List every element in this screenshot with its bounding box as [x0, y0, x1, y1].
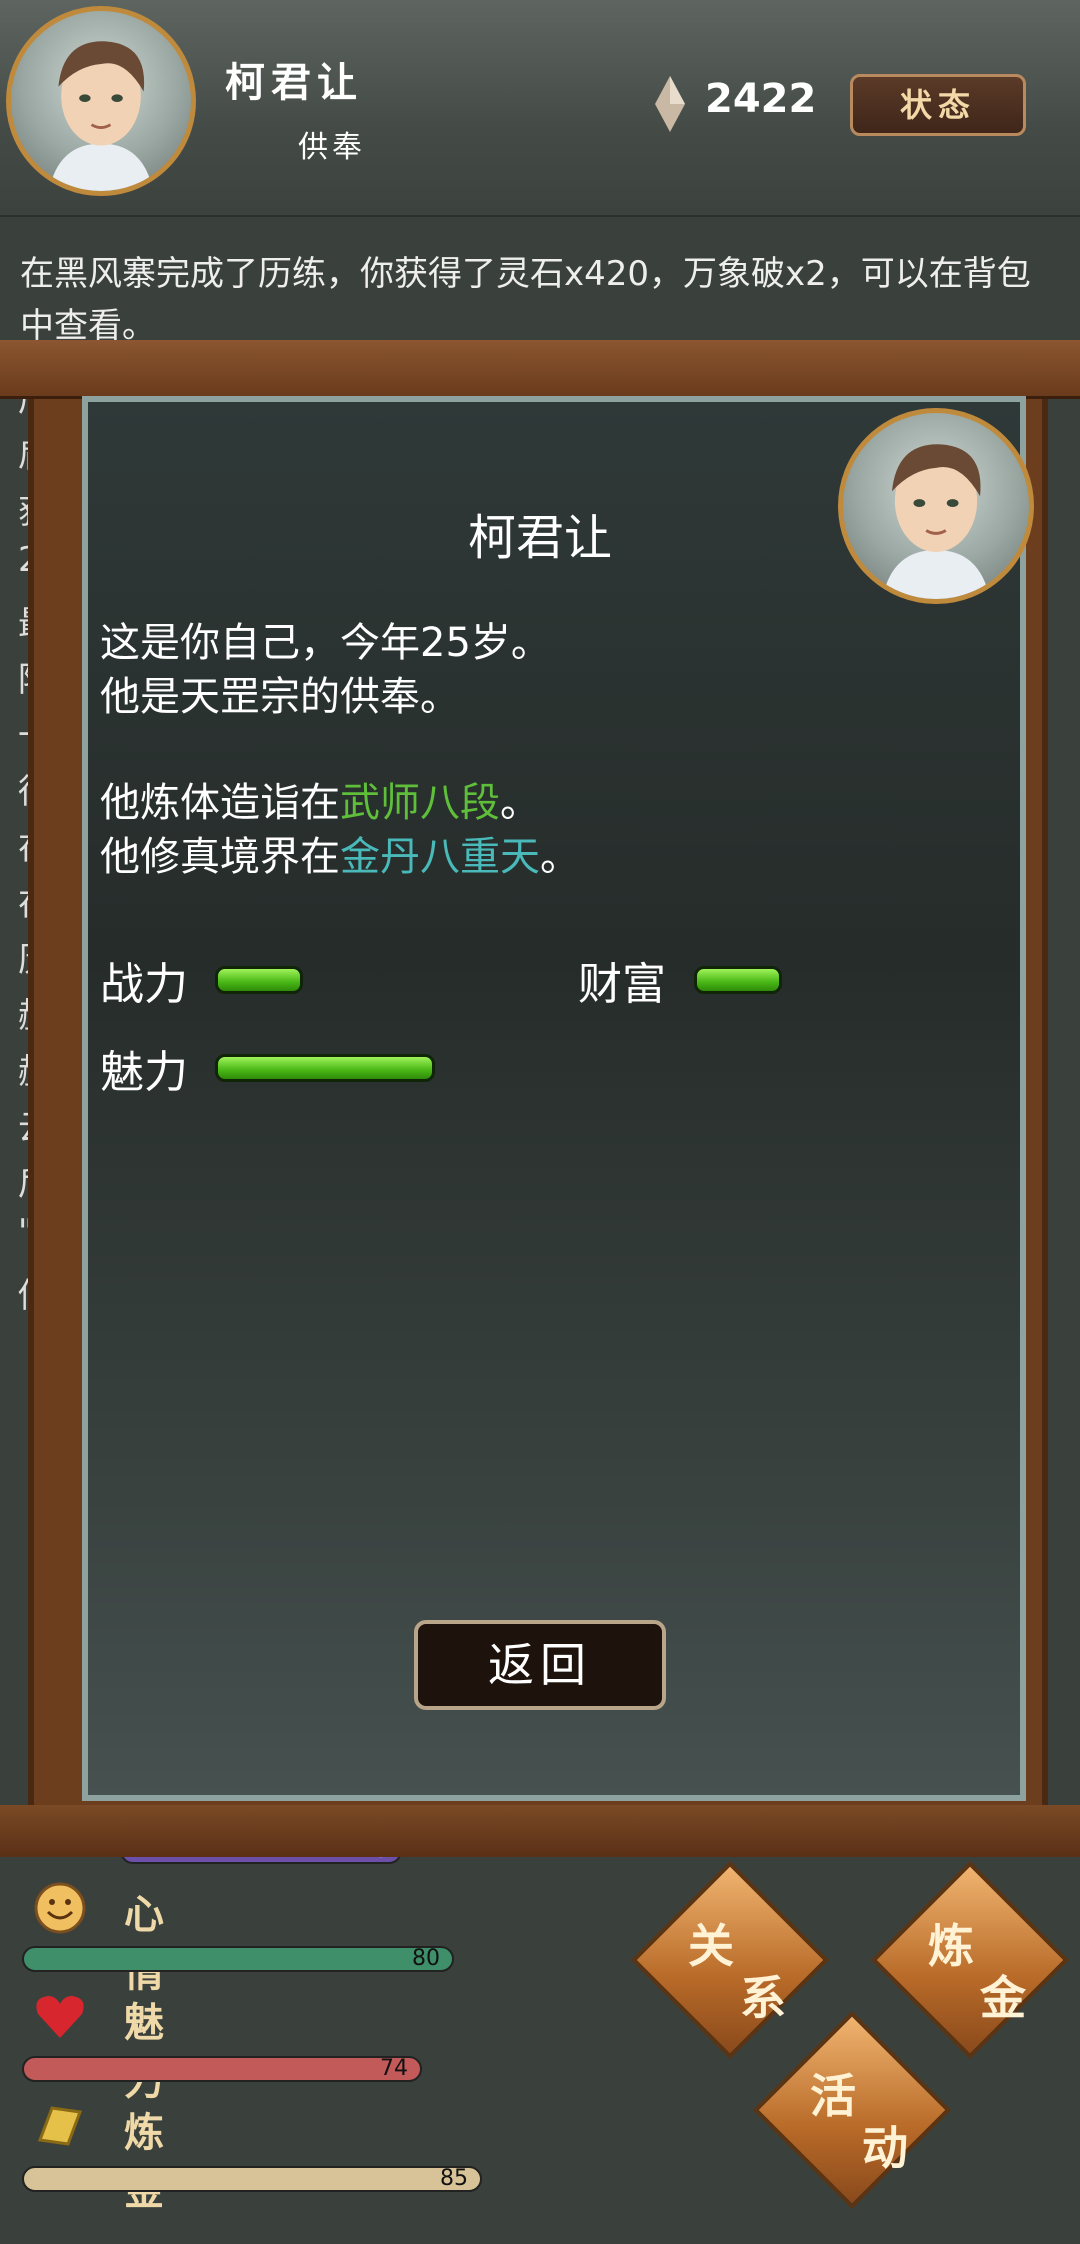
relations-label-2: 系 — [740, 1971, 786, 2025]
body-rank: 武师八段 — [340, 780, 500, 826]
relations-label-1: 关 — [688, 1919, 734, 1973]
heart-icon — [36, 1996, 84, 2038]
status-button[interactable]: 状态 — [850, 74, 1026, 136]
cult-prefix: 他修真境界在 — [100, 834, 340, 880]
activity-label-2: 动 — [862, 2121, 908, 2175]
dialog-panel — [82, 396, 1026, 1801]
mood-bar: 80 — [22, 1946, 454, 1972]
body-prefix: 他炼体造诣在 — [100, 780, 340, 826]
character-portrait-icon — [48, 41, 154, 191]
smile-icon — [34, 1882, 86, 1934]
spirit-stone-count: 2422 — [705, 76, 817, 122]
top-header: 柯君让 供奉 2422 状态 — [0, 0, 1080, 217]
player-avatar[interactable] — [6, 6, 196, 196]
stat-label: 心情 — [124, 1892, 168, 1996]
alchemy-bar: 85 — [22, 2166, 482, 2192]
body-suffix: 。 — [500, 780, 540, 826]
cult-suffix: 。 — [540, 834, 580, 880]
charm-bar — [215, 1054, 435, 1082]
gold-ingot-icon — [37, 2106, 83, 2146]
wealth-label: 财富 — [578, 959, 666, 1010]
dialog-role-line: 他是天罡宗的供奉。 — [100, 674, 460, 720]
charm-label: 魅力 — [100, 1047, 188, 1098]
event-log-message: 在黑风寨完成了历练，你获得了灵石x420，万象破x2，可以在背包中查看。 — [20, 254, 1031, 346]
combat-bar — [215, 966, 303, 994]
wealth-bar — [694, 966, 782, 994]
activity-label-1: 活 — [810, 2069, 856, 2123]
dialog-body-line: 他炼体造诣在武师八段。 — [100, 770, 540, 828]
alchemy-label-2: 金 — [980, 1971, 1026, 2025]
scroll-bottom-rod — [0, 1805, 1080, 1857]
dialog-age-line: 这是你自己，今年25岁。 — [100, 620, 551, 666]
back-button[interactable]: 返回 — [414, 1620, 666, 1710]
player-title: 供奉 — [298, 130, 366, 165]
cult-rank: 金丹八重天 — [340, 834, 540, 880]
dialog-cultivation-line: 他修真境界在金丹八重天。 — [100, 824, 580, 882]
stat-label: 炼金 — [124, 2110, 168, 2214]
combat-label: 战力 — [100, 959, 188, 1010]
stat-label: 魅力 — [124, 2000, 168, 2104]
scroll-top-rod — [0, 340, 1080, 399]
player-name: 柯君让 — [225, 60, 363, 106]
alchemy-label-1: 炼 — [928, 1919, 974, 1973]
spirit-stone-icon — [655, 76, 685, 132]
dialog-title: 柯君让 — [467, 510, 612, 566]
charm-bar: 74 — [22, 2056, 422, 2082]
